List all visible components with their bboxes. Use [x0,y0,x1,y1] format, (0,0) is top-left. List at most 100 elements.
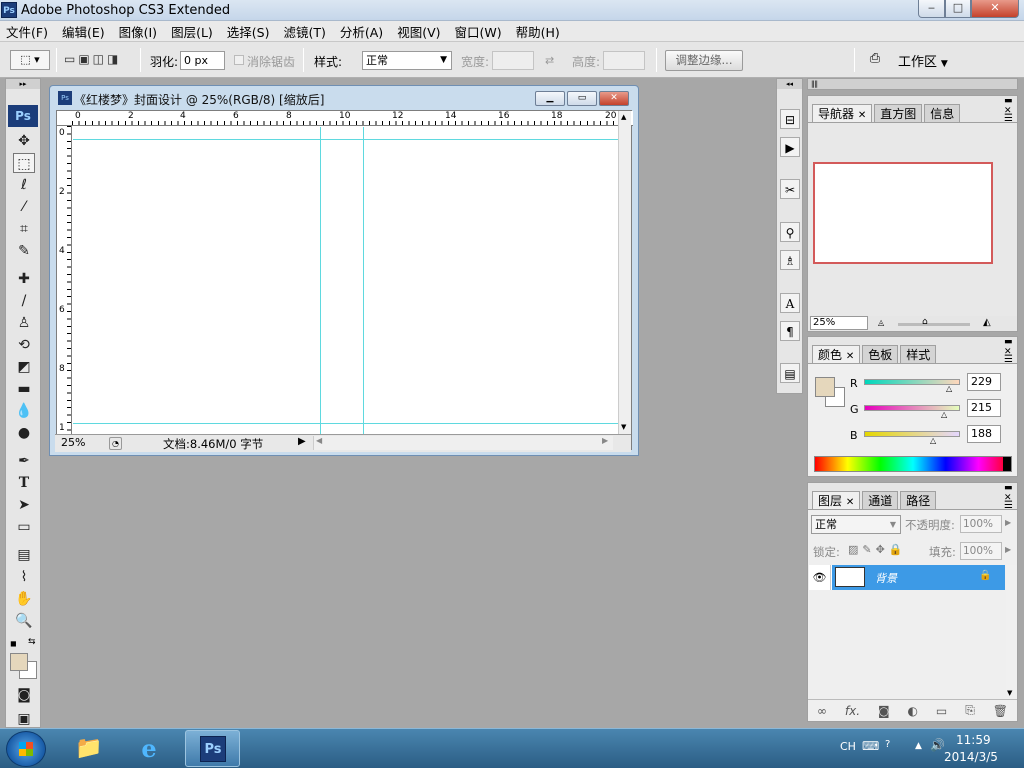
show-hidden-icons-icon[interactable]: ▲ [915,741,922,751]
crop-tool-icon[interactable]: ⌗ [13,219,35,239]
brushes-panel-icon[interactable]: ⚲ [780,222,800,242]
clone-source-panel-icon[interactable]: ♗ [780,250,800,270]
navigator-view-box[interactable] [813,162,993,264]
tab-info[interactable]: 信息 [924,104,961,122]
dodge-tool-icon[interactable]: ● [13,423,35,443]
status-info-icon[interactable]: ◔ [109,437,122,450]
bridge-icon[interactable]: ⎙ [863,51,887,71]
slider-thumb-icon[interactable]: △ [946,384,952,393]
layer-row[interactable]: 👁 背景 🔒 [809,565,1005,590]
close-button[interactable]: ✕ [971,0,1019,18]
lasso-tool-icon[interactable]: ℓ [13,175,35,195]
menu-image[interactable]: 图像(I) [119,22,157,41]
scroll-right-arrow-icon[interactable]: ▶ [602,436,608,445]
slider-thumb-icon[interactable]: △ [941,410,947,419]
lock-options-icons[interactable]: ▨✎✥🔒 [848,543,907,556]
toolbox-grip[interactable]: ▸▸ [6,79,40,89]
notes-tool-icon[interactable]: ▤ [13,545,35,565]
file-explorer-icon[interactable]: 📁 [66,733,112,765]
menu-filter[interactable]: 滤镜(T) [283,22,325,41]
zoom-tool-icon[interactable]: 🔍 [13,611,35,631]
close-icon[interactable]: ✕ [846,351,854,362]
tab-layers[interactable]: 图层 ✕ [812,491,861,509]
magic-wand-tool-icon[interactable]: ⁄ [13,197,35,217]
history-panel-icon[interactable]: ⊟ [780,109,800,129]
height-input[interactable] [603,51,645,70]
channel-g-input[interactable]: 215 [967,399,1001,417]
feather-input[interactable]: 0 px [180,51,225,70]
layer-name[interactable]: 背景 [875,570,897,586]
menu-view[interactable]: 视图(V) [397,22,440,41]
tab-histogram[interactable]: 直方图 [874,104,923,122]
guide-line[interactable] [73,139,618,140]
clock-date[interactable]: 2014/3/5 [944,750,998,764]
zoom-in-icon[interactable]: ◭ [983,317,991,328]
tab-navigator[interactable]: 导航器 ✕ [812,104,873,122]
scroll-left-arrow-icon[interactable]: ◀ [316,436,322,445]
default-colors-icon[interactable]: ◼ [10,639,17,648]
keyboard-icon[interactable]: ⌨ [862,739,879,753]
channel-r-input[interactable]: 229 [967,373,1001,391]
close-icon[interactable]: ✕ [846,497,854,508]
doc-close-button[interactable]: ✕ [599,91,629,106]
refine-edge-button[interactable]: 调整边缘... [665,50,743,71]
minimize-button[interactable]: ‒ [918,0,945,18]
marquee-tool-preset-icon[interactable]: ⬚ ▾ [10,50,50,70]
foreground-color-swatch[interactable] [815,377,835,397]
type-tool-icon[interactable]: T [13,473,35,493]
navigator-zoom-input[interactable]: 25% [810,316,868,330]
menu-edit[interactable]: 编辑(E) [62,22,105,41]
tab-color[interactable]: 颜色 ✕ [812,345,861,363]
doc-maximize-button[interactable]: ▭ [567,91,597,106]
doc-minimize-button[interactable]: ▁ [535,91,565,106]
panel-dock-grip[interactable]: ‖‖ [807,78,1018,90]
horizontal-scrollbar[interactable]: ◀ ▶ [313,436,613,450]
start-button[interactable] [6,731,46,767]
status-menu-arrow-icon[interactable]: ▶ [298,436,306,447]
screen-mode-icon[interactable]: ▣ [13,709,35,729]
channel-b-input[interactable]: 188 [967,425,1001,443]
fill-input[interactable]: 100% [960,542,1002,560]
menu-select[interactable]: 选择(S) [227,22,270,41]
path-selection-tool-icon[interactable]: ➤ [13,495,35,515]
volume-icon[interactable]: 🔊 [930,738,945,752]
hand-tool-icon[interactable]: ✋ [13,589,35,609]
menu-window[interactable]: 窗口(W) [455,22,502,41]
layers-scrollbar[interactable]: ▼ [1006,565,1017,699]
guide-line[interactable] [363,127,364,437]
menu-help[interactable]: 帮助(H) [516,22,560,41]
move-tool-icon[interactable]: ✥ [13,131,35,151]
guide-line[interactable] [320,127,321,437]
menu-analysis[interactable]: 分析(A) [340,22,383,41]
brush-tool-icon[interactable]: / [13,291,35,311]
quick-mask-icon[interactable]: ◙ [13,685,35,705]
rectangle-shape-tool-icon[interactable]: ▭ [13,517,35,537]
character-panel-icon[interactable]: A [780,293,800,313]
scroll-up-arrow-icon[interactable]: ▲ [621,113,626,121]
selection-mode-icons[interactable]: ▭▣◫◨ [64,52,134,70]
fill-arrow-icon[interactable]: ▶ [1005,545,1011,554]
tab-paths[interactable]: 路径 [900,491,937,509]
layer-style-icon[interactable]: fx. [845,704,860,718]
eyedropper-tool-icon[interactable]: ⌇ [13,567,35,587]
layer-mask-icon[interactable]: ◙ [878,704,890,718]
photoshop-taskbar-button[interactable]: Ps [185,730,240,767]
zoom-out-icon[interactable]: ◬ [878,318,884,327]
new-layer-icon[interactable]: ⎘ [965,703,975,718]
menu-layer[interactable]: 图层(L) [171,22,213,41]
swap-colors-icon[interactable]: ⇆ [28,637,36,647]
layer-comps-panel-icon[interactable]: ▤ [780,363,800,383]
workspace-button[interactable]: 工作区 ▼ [898,51,960,71]
eye-visibility-icon[interactable]: 👁 [809,565,831,590]
swap-icon[interactable]: ⇄ [545,54,554,67]
slice-tool-icon[interactable]: ✎ [13,241,35,261]
clock-time[interactable]: 11:59 [956,733,991,747]
scroll-down-arrow-icon[interactable]: ▼ [621,423,626,431]
delete-layer-icon[interactable]: 🗑 [993,704,1008,718]
opacity-arrow-icon[interactable]: ▶ [1005,518,1011,527]
help-icon[interactable]: ? [885,739,890,750]
navigator-zoom-slider[interactable] [898,323,970,326]
zoom-level[interactable]: 25% [61,436,85,449]
blur-tool-icon[interactable]: 💧 [13,401,35,421]
tab-styles[interactable]: 样式 [900,345,937,363]
